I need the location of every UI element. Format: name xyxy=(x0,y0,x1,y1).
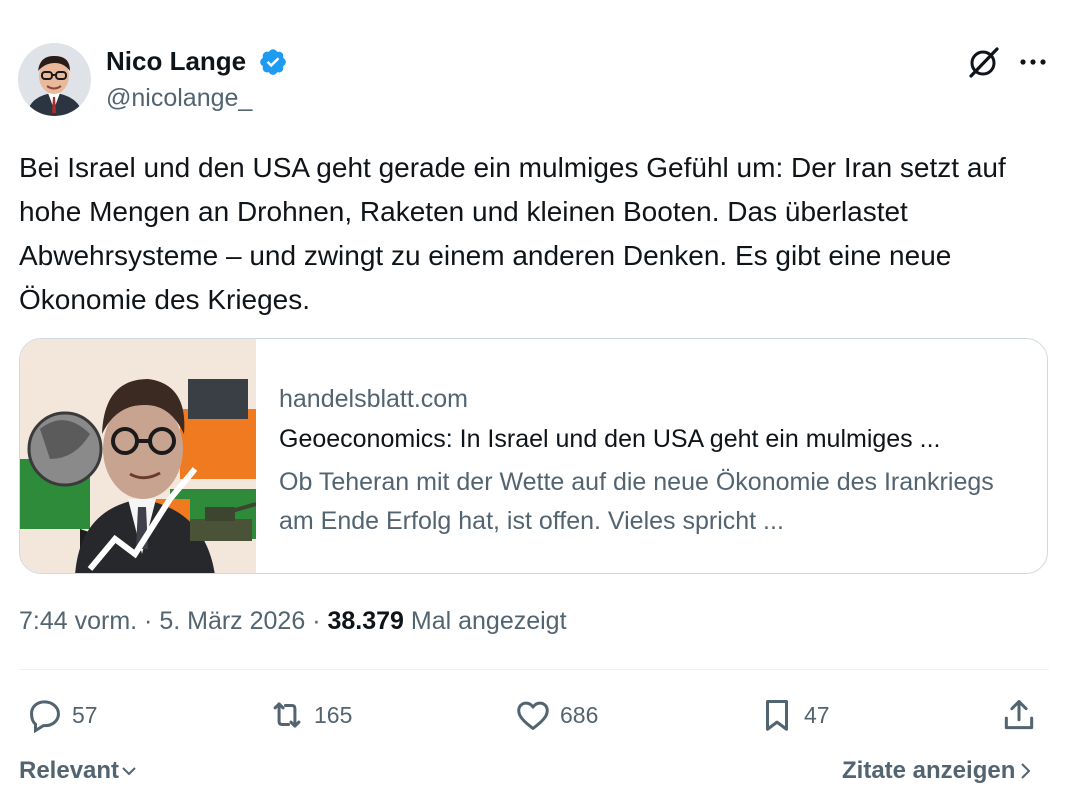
tweet-date[interactable]: 5. März 2026 xyxy=(159,607,305,635)
views-count: 38.379 xyxy=(327,607,404,635)
bookmark-icon xyxy=(765,700,789,731)
card-domain: handelsblatt.com xyxy=(279,385,469,413)
like-count: 686 xyxy=(560,701,599,728)
sort-label: Relevant xyxy=(19,757,120,784)
bookmark-count: 47 xyxy=(804,701,830,728)
share-button[interactable] xyxy=(1000,695,1046,735)
card-thumbnail-image xyxy=(20,339,257,573)
reply-count: 57 xyxy=(72,701,98,728)
bookmark-button[interactable]: 47 xyxy=(758,695,830,735)
quotes-label: Zitate anzeigen xyxy=(842,757,1016,784)
heart-icon xyxy=(517,701,549,730)
reply-icon xyxy=(30,700,60,734)
reply-button[interactable]: 57 xyxy=(26,695,98,735)
retweet-icon xyxy=(273,702,301,728)
chevron-down-icon xyxy=(122,767,136,776)
sort-replies-dropdown[interactable]: Relevant xyxy=(19,757,139,785)
avatar[interactable] xyxy=(18,43,91,116)
tweet-time[interactable]: 7:44 vorm. xyxy=(19,607,137,635)
meta-separator: · xyxy=(137,607,160,635)
views-label: Mal angezeigt xyxy=(403,607,567,635)
link-preview-card[interactable]: handelsblatt.com Geoeconomics: In Israel… xyxy=(19,338,1048,574)
tweet-text: Bei Israel und den USA geht gerade ein m… xyxy=(19,152,1006,315)
chevron-right-icon xyxy=(1021,763,1031,779)
like-button[interactable]: 686 xyxy=(514,695,598,735)
grok-icon[interactable] xyxy=(966,44,1002,80)
tweet-meta: 7:44 vorm. · 5. März 2026 · 38.379 Mal a… xyxy=(19,607,567,636)
divider xyxy=(19,669,1049,670)
share-icon xyxy=(1004,700,1034,730)
author-handle[interactable]: @nicolange_ xyxy=(106,84,252,113)
retweet-button[interactable]: 165 xyxy=(268,695,352,735)
meta-separator: · xyxy=(305,607,328,635)
verified-badge-icon xyxy=(258,47,288,77)
card-title: Geoeconomics: In Israel und den USA geht… xyxy=(279,425,941,453)
retweet-count: 165 xyxy=(314,701,353,728)
card-description: Ob Teheran mit der Wette auf die neue Ök… xyxy=(279,468,994,535)
more-options-icon[interactable] xyxy=(1015,48,1051,76)
author-name[interactable]: Nico Lange xyxy=(106,46,246,77)
view-quotes-link[interactable]: Zitate anzeigen xyxy=(842,757,1035,785)
